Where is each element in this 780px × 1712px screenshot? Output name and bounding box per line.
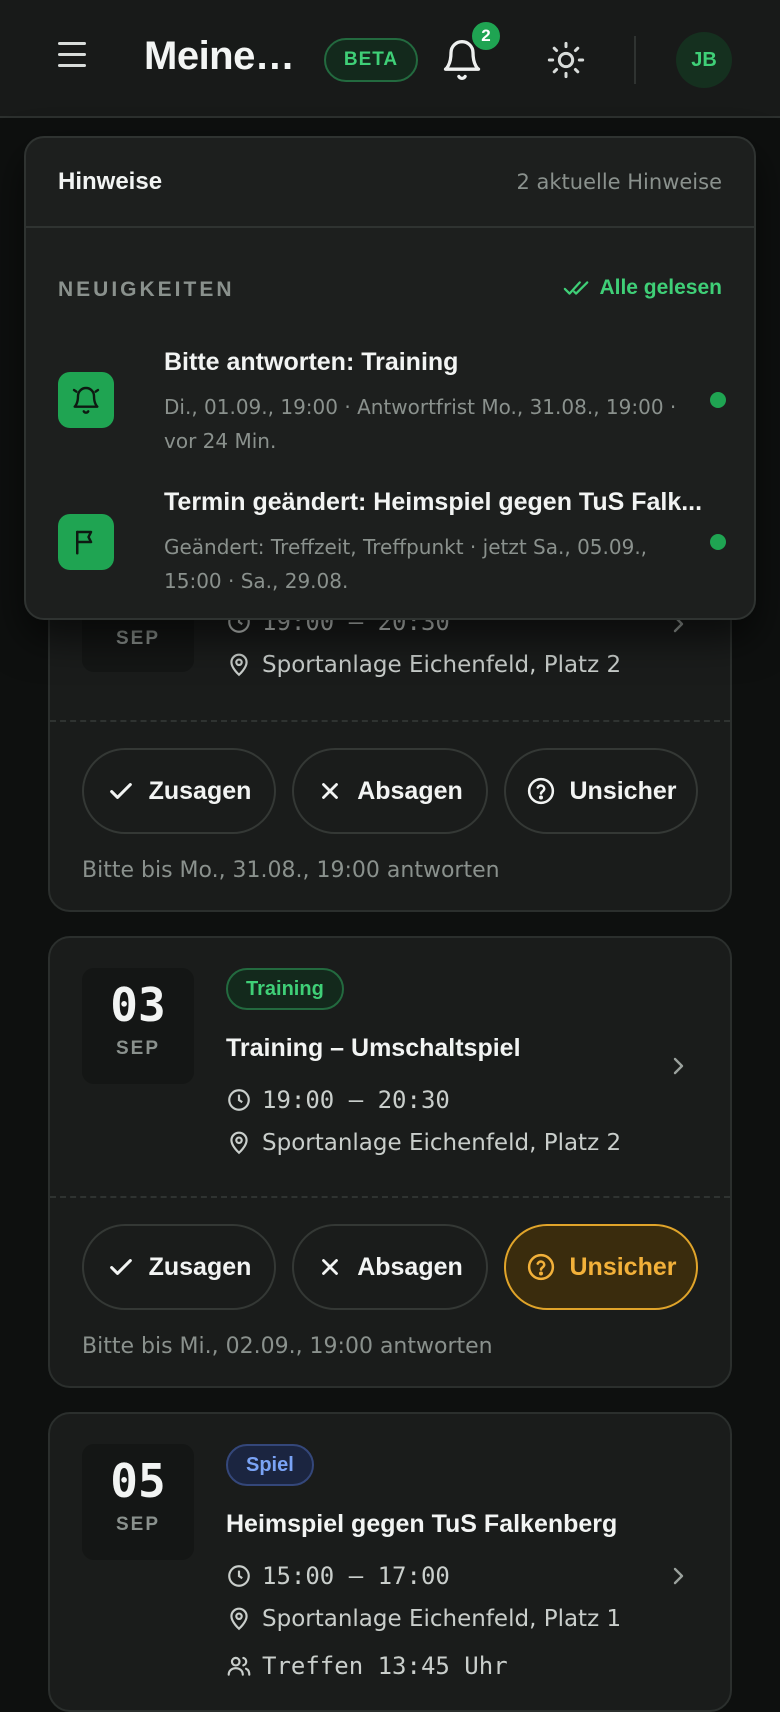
- rsvp-group: Zusagen Absagen Unsicher: [82, 748, 698, 834]
- card-divider: [50, 1196, 730, 1198]
- event-type-badge: Training: [226, 968, 344, 1010]
- flag-icon: [58, 514, 114, 570]
- accept-button[interactable]: Zusagen: [82, 1224, 276, 1310]
- decline-label: Absagen: [357, 1252, 463, 1281]
- notification-meta: Geändert: Treffzeit, Treffpunkt · jetzt …: [164, 535, 648, 593]
- decline-button[interactable]: Absagen: [292, 748, 488, 834]
- map-pin-icon: [230, 1131, 248, 1155]
- accept-label: Zusagen: [148, 1252, 252, 1281]
- unsure-button[interactable]: Unsicher: [504, 748, 698, 834]
- x-icon: [322, 1259, 339, 1275]
- event-meet-row: Treffen 13:45 Uhr: [226, 1652, 508, 1680]
- accept-button[interactable]: Zusagen: [82, 748, 276, 834]
- event-time-row: 19:00 – 20:30: [226, 1086, 450, 1114]
- event-location-row: Sportanlage Eichenfeld, Platz 1: [226, 1606, 621, 1632]
- event-location: Sportanlage Eichenfeld, Platz 2: [262, 652, 622, 678]
- check-icon: [109, 1259, 132, 1275]
- event-card[interactable]: 03 SEP Training Training – Umschaltspiel…: [48, 936, 732, 1388]
- event-date: 03 SEP: [82, 968, 194, 1084]
- decline-label: Absagen: [357, 776, 463, 805]
- notification-title: Bitte antworten: Training: [164, 348, 459, 376]
- menu-icon[interactable]: [58, 42, 94, 74]
- map-pin-icon: [230, 653, 248, 677]
- unsure-label: Unsicher: [569, 776, 677, 805]
- avatar[interactable]: JB: [676, 32, 732, 88]
- bell-ring-icon: [58, 372, 114, 428]
- notification-title: Termin geändert: Heimspiel gegen TuS Fal…: [164, 488, 703, 516]
- help-circle-icon: [527, 777, 554, 805]
- rsvp-group: Zusagen Absagen Unsicher: [82, 1224, 698, 1310]
- rsvp-deadline: Bitte bis Mi., 02.09., 19:00 antworten: [82, 1334, 493, 1359]
- page-title: Meine…: [144, 34, 295, 78]
- clock-icon: [228, 1565, 250, 1587]
- popover-header: Hinweise 2 aktuelle Hinweise: [26, 138, 754, 228]
- card-divider: [50, 720, 730, 722]
- event-location: Sportanlage Eichenfeld, Platz 1: [262, 1606, 622, 1632]
- unread-dot: [710, 534, 726, 550]
- event-day: 03: [110, 978, 166, 1032]
- sun-icon[interactable]: [546, 40, 586, 80]
- event-time: 15:00 – 17:00: [262, 1562, 450, 1590]
- notifications-popover: Hinweise 2 aktuelle Hinweise NEUIGKEITEN…: [24, 136, 756, 620]
- accept-label: Zusagen: [148, 776, 252, 805]
- event-title: Heimspiel gegen TuS Falkenberg: [226, 1510, 618, 1538]
- event-time: 19:00 – 20:30: [262, 1086, 450, 1114]
- unsure-button[interactable]: Unsicher: [504, 1224, 698, 1310]
- mark-all-read-label: Alle gelesen: [599, 276, 722, 299]
- event-location-row: Sportanlage Eichenfeld, Platz 2: [226, 652, 621, 678]
- beta-badge: BETA: [324, 38, 418, 82]
- section-label: NEUIGKEITEN: [58, 278, 235, 301]
- notification-meta: Di., 01.09., 19:00 · Antwortfrist Mo., 3…: [164, 395, 677, 453]
- event-card[interactable]: 05 SEP Spiel Heimspiel gegen TuS Falkenb…: [48, 1412, 732, 1712]
- header-divider: [634, 36, 636, 84]
- check-icon: [109, 783, 132, 799]
- notification-count-badge: 2: [470, 20, 502, 52]
- event-location-row: Sportanlage Eichenfeld, Platz 2: [226, 1130, 621, 1156]
- unsure-label: Unsicher: [569, 1252, 677, 1281]
- unread-dot: [710, 392, 726, 408]
- notification-count-label: 2 aktuelle Hinweise: [516, 170, 722, 194]
- decline-button[interactable]: Absagen: [292, 1224, 488, 1310]
- notification-item[interactable]: Termin geändert: Heimspiel gegen TuS Fal…: [58, 488, 726, 593]
- chevron-right-icon[interactable]: [666, 1054, 690, 1078]
- users-icon: [227, 1656, 251, 1676]
- event-month: SEP: [115, 1038, 161, 1059]
- event-location: Sportanlage Eichenfeld, Platz 2: [262, 1130, 622, 1156]
- event-month: SEP: [115, 1514, 161, 1535]
- popover-title: Hinweise: [58, 168, 163, 195]
- notification-item[interactable]: Bitte antworten: Training Di., 01.09., 1…: [58, 348, 726, 453]
- event-meet-time: Treffen 13:45 Uhr: [262, 1652, 508, 1680]
- event-month: SEP: [115, 628, 161, 649]
- map-pin-icon: [230, 1607, 248, 1631]
- event-type-badge: Spiel: [226, 1444, 314, 1486]
- chevron-right-icon[interactable]: [666, 1564, 690, 1588]
- help-circle-icon: [527, 1253, 554, 1281]
- event-day: 05: [110, 1454, 166, 1508]
- x-icon: [322, 783, 339, 799]
- double-check-icon: [564, 281, 589, 295]
- rsvp-deadline: Bitte bis Mo., 31.08., 19:00 antworten: [82, 858, 500, 883]
- mark-all-read-button[interactable]: Alle gelesen: [563, 276, 722, 300]
- event-date: 05 SEP: [82, 1444, 194, 1560]
- app-header: Meine… BETA 2 JB: [0, 0, 780, 118]
- event-time-row: 15:00 – 17:00: [226, 1562, 450, 1590]
- clock-icon: [228, 1089, 250, 1111]
- event-title: Training – Umschaltspiel: [226, 1034, 521, 1062]
